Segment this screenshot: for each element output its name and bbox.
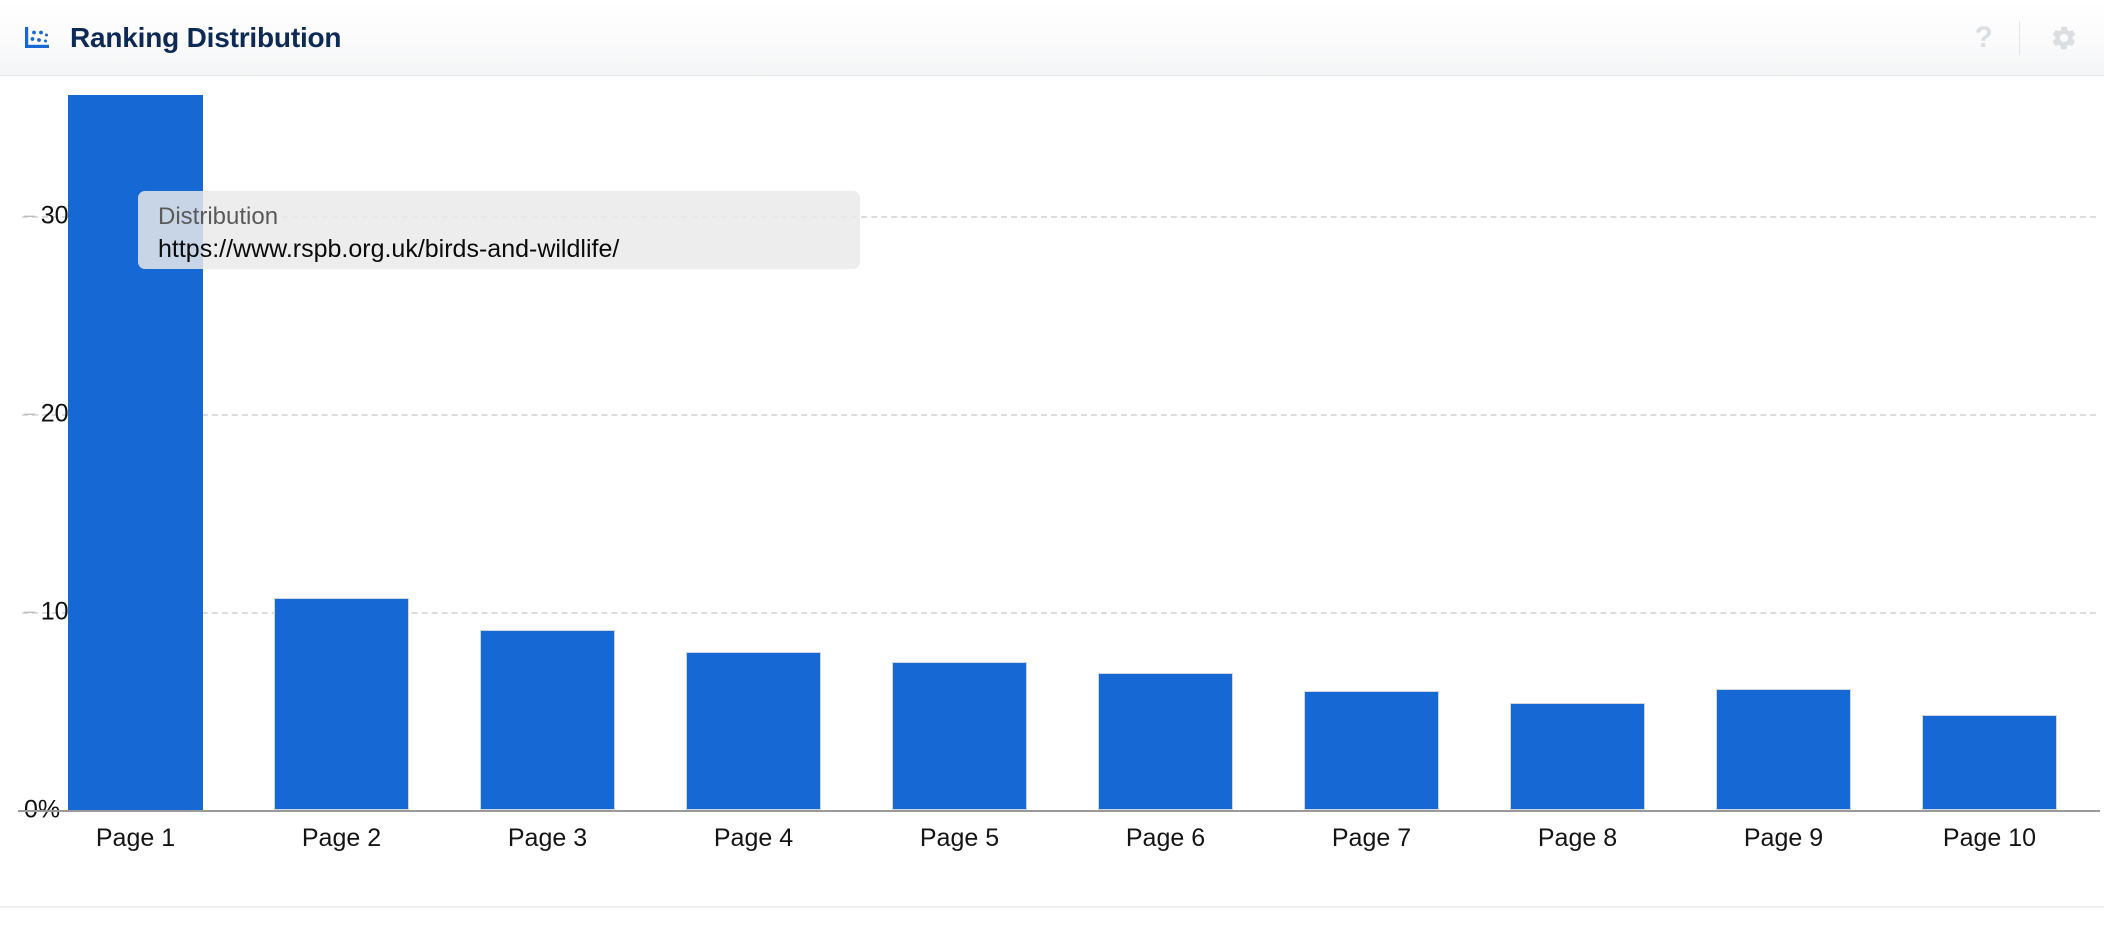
panel-header: Ranking Distribution ?: [0, 0, 2104, 76]
y-tick-dash: –: [24, 204, 41, 227]
bar-6[interactable]: [1098, 673, 1233, 810]
chart-container: – 30% – 20% – 10% 0% Page 1 Page 2 Page 3 Page …: [0, 76, 2104, 908]
gear-icon[interactable]: [2050, 24, 2078, 52]
x-axis-label-9: Page 9: [1743, 824, 1824, 852]
bar-10[interactable]: [1922, 714, 2057, 810]
help-icon[interactable]: ?: [1975, 22, 1993, 53]
page-title: Ranking Distribution: [70, 21, 342, 53]
x-axis-label-1: Page 1: [95, 824, 176, 852]
x-axis-label-7: Page 7: [1331, 824, 1412, 852]
bar-chart-plot[interactable]: – 30% – 20% – 10% 0% Page 1 Page 2 Page 3 Page …: [0, 76, 2104, 852]
bar-5[interactable]: [892, 661, 1027, 810]
x-axis-label-6: Page 6: [1125, 824, 1206, 852]
x-axis-label-5: Page 5: [919, 824, 1000, 852]
x-axis-line: [18, 810, 2100, 812]
gridline: [22, 414, 2096, 416]
bar-7[interactable]: [1304, 691, 1439, 810]
gridline: [22, 216, 2096, 218]
x-axis-label-3: Page 3: [507, 824, 588, 852]
x-axis-label-4: Page 4: [713, 824, 794, 852]
bar-1[interactable]: [68, 95, 203, 810]
bar-8[interactable]: [1510, 703, 1645, 810]
y-tick-dash: –: [24, 600, 41, 623]
scatter-chart-icon: [25, 26, 49, 48]
bar-2[interactable]: [274, 598, 409, 810]
bar-9[interactable]: [1716, 689, 1851, 810]
y-tick-dash: –: [24, 402, 41, 425]
bar-3[interactable]: [480, 629, 615, 810]
x-axis-label-2: Page 2: [301, 824, 382, 852]
x-axis-label-10: Page 10: [1942, 824, 2037, 852]
x-axis-label-8: Page 8: [1537, 824, 1618, 852]
header-divider: [2019, 20, 2020, 55]
footer-divider: [0, 906, 2104, 908]
bar-4[interactable]: [686, 651, 821, 810]
